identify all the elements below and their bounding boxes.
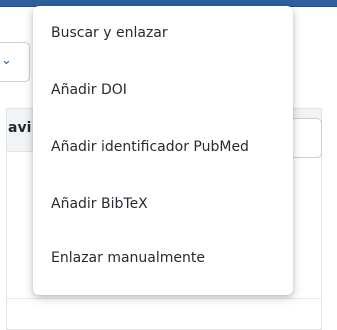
menu-item-add-bibtex[interactable]: Añadir BibTeX [51, 192, 148, 216]
menu-item-search-and-link[interactable]: Buscar y enlazar [51, 21, 168, 45]
chevron-down-icon: ⌄ [1, 53, 12, 68]
menu-item-add-doi[interactable]: Añadir DOI [51, 78, 127, 102]
background-select[interactable]: ⌄ [0, 42, 30, 82]
menu-item-link-manually[interactable]: Enlazar manualmente [51, 246, 205, 270]
background-left-border [6, 170, 7, 318]
link-options-menu: Buscar y enlazar Añadir DOI Añadir ident… [33, 6, 293, 295]
menu-item-add-pubmed-id[interactable]: Añadir identificador PubMed [51, 135, 249, 159]
background-divider [6, 298, 322, 299]
background-panel-header-label: avi [8, 120, 32, 136]
background-right-button[interactable] [290, 118, 322, 158]
